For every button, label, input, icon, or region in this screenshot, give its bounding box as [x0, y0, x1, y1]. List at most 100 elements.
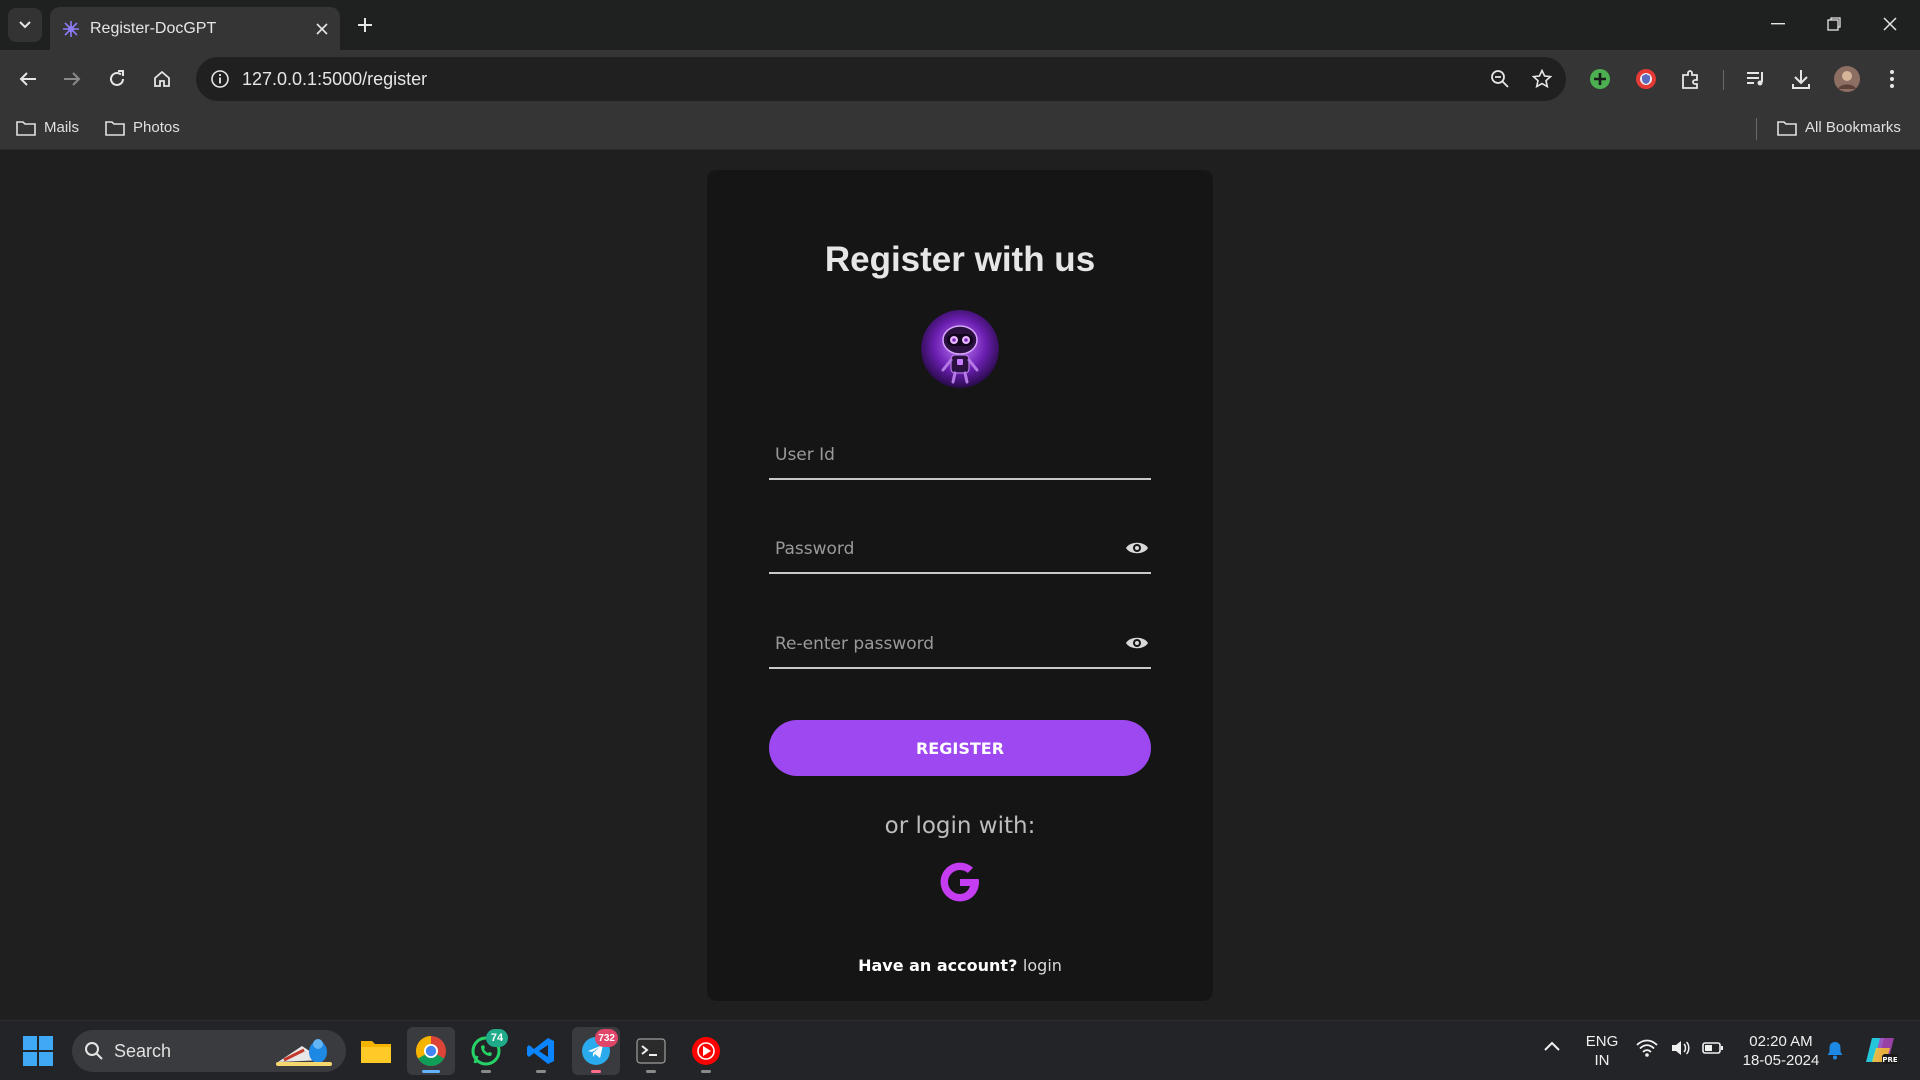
taskbar-whatsapp[interactable]: 74	[462, 1027, 510, 1075]
browser-tab-active[interactable]: Register-DocGPT	[50, 7, 340, 50]
copilot-icon: PRE	[1866, 1038, 1898, 1064]
register-button[interactable]: REGISTER	[769, 720, 1151, 776]
more-vert-icon	[1890, 70, 1894, 88]
language-region: IN	[1594, 1052, 1610, 1069]
tray-overflow-button[interactable]	[1542, 1039, 1562, 1053]
downloads-button[interactable]	[1783, 61, 1819, 97]
folder-icon	[1777, 120, 1797, 136]
password-input[interactable]	[769, 526, 1151, 572]
green-plus-extension-icon	[1590, 69, 1610, 89]
close-tab-icon[interactable]	[316, 22, 328, 35]
taskbar-file-explorer[interactable]	[352, 1027, 400, 1075]
browser-toolbar: 127.0.0.1:5000/register	[0, 50, 1920, 108]
user-id-field-wrapper	[769, 432, 1151, 480]
home-icon	[154, 70, 170, 87]
svg-text:PRE: PRE	[1882, 1056, 1898, 1064]
taskbar-youtube-music[interactable]	[682, 1027, 730, 1075]
profile-avatar-icon	[1834, 66, 1860, 92]
search-label: Search	[114, 1040, 172, 1061]
password-field-wrapper	[769, 526, 1151, 574]
clock-date: 18-05-2024	[1742, 1052, 1820, 1069]
vscode-icon	[527, 1038, 554, 1064]
have-account-line: Have an account? login	[707, 956, 1213, 975]
shield-extension-icon	[1636, 69, 1656, 89]
reload-button[interactable]	[99, 61, 135, 97]
reenter-password-field-wrapper	[769, 621, 1151, 669]
address-bar[interactable]: 127.0.0.1:5000/register	[196, 57, 1566, 101]
star-icon[interactable]	[1532, 69, 1552, 89]
google-login-button[interactable]	[937, 859, 983, 905]
telegram-badge: 732	[595, 1029, 618, 1047]
copilot-button[interactable]: PRE	[1864, 1034, 1898, 1066]
taskbar-telegram[interactable]: 732	[572, 1027, 620, 1075]
tab-search-button[interactable]	[8, 8, 42, 42]
favicon-icon	[63, 20, 79, 37]
google-icon	[940, 862, 979, 902]
login-link[interactable]: login	[1023, 956, 1062, 975]
bookmark-photos[interactable]: Photos	[105, 119, 180, 136]
restore-icon	[1827, 17, 1841, 31]
chrome-icon	[415, 1036, 446, 1067]
reload-icon	[110, 70, 124, 86]
arrow-right-icon	[64, 72, 81, 86]
zoom-icon[interactable]	[1490, 69, 1510, 89]
or-login-text: or login with:	[884, 813, 1036, 839]
extension-shield-button[interactable]	[1628, 61, 1664, 97]
taskbar-vscode[interactable]	[517, 1027, 565, 1075]
puzzle-icon	[1682, 70, 1698, 89]
running-indicator	[481, 1070, 491, 1073]
quick-settings[interactable]	[1636, 1039, 1724, 1057]
extension-green-button[interactable]	[1582, 61, 1618, 97]
notifications-button[interactable]	[1826, 1040, 1844, 1060]
reenter-password-input[interactable]	[769, 621, 1151, 667]
volume-icon	[1672, 1041, 1690, 1055]
extensions-button[interactable]	[1673, 61, 1709, 97]
language-code: ENG	[1585, 1033, 1619, 1050]
media-controls-button[interactable]	[1738, 61, 1774, 97]
browser-tab-strip: Register-DocGPT	[0, 0, 1920, 50]
active-indicator	[422, 1070, 440, 1073]
url-text[interactable]: 127.0.0.1:5000/register	[242, 69, 1490, 90]
minimize-icon	[1771, 23, 1785, 25]
download-icon	[1792, 70, 1810, 89]
profile-avatar[interactable]	[1829, 61, 1865, 97]
restore-button[interactable]	[1806, 0, 1862, 48]
clock-time: 02:20 AM	[1749, 1033, 1813, 1050]
close-icon	[1883, 17, 1897, 31]
browser-menu-button[interactable]	[1874, 61, 1910, 97]
search-icon	[85, 1042, 103, 1060]
bookmarks-bar: Mails Photos All Bookmarks	[0, 108, 1920, 150]
windows-logo-icon	[23, 1036, 53, 1066]
forward-button[interactable]	[54, 61, 90, 97]
whatsapp-badge: 74	[486, 1029, 508, 1047]
close-window-button[interactable]	[1862, 0, 1918, 48]
back-button[interactable]	[10, 61, 46, 97]
tab-title: Register-DocGPT	[90, 19, 217, 37]
site-info-icon[interactable]	[210, 69, 230, 89]
battery-icon	[1702, 1042, 1723, 1054]
bookmark-mails[interactable]: Mails	[16, 119, 79, 136]
taskbar-chrome[interactable]	[407, 1027, 455, 1075]
terminal-icon	[636, 1038, 666, 1064]
running-indicator	[536, 1070, 546, 1073]
eye-icon[interactable]	[1125, 633, 1149, 653]
have-account-text: Have an account?	[858, 956, 1018, 975]
bookmark-label: Mails	[44, 119, 80, 136]
bookmarks-divider	[1756, 118, 1757, 140]
all-bookmarks-label: All Bookmarks	[1805, 119, 1901, 136]
clock[interactable]: 02:20 AM 18-05-2024	[1736, 1032, 1826, 1070]
minimize-button[interactable]	[1750, 0, 1806, 48]
eye-icon[interactable]	[1125, 538, 1149, 558]
new-tab-button[interactable]	[350, 10, 380, 40]
home-button[interactable]	[144, 61, 180, 97]
all-bookmarks-button[interactable]: All Bookmarks	[1777, 119, 1901, 136]
start-button[interactable]	[22, 1035, 54, 1067]
chevron-down-icon	[19, 21, 31, 29]
language-indicator[interactable]: ENG IN	[1580, 1032, 1624, 1070]
taskbar-terminal[interactable]	[627, 1027, 675, 1075]
running-indicator	[591, 1070, 601, 1073]
user-id-input[interactable]	[769, 432, 1151, 478]
plus-icon	[358, 18, 372, 32]
taskbar-search[interactable]: Search	[72, 1030, 346, 1072]
bookmark-label: Photos	[133, 119, 180, 136]
